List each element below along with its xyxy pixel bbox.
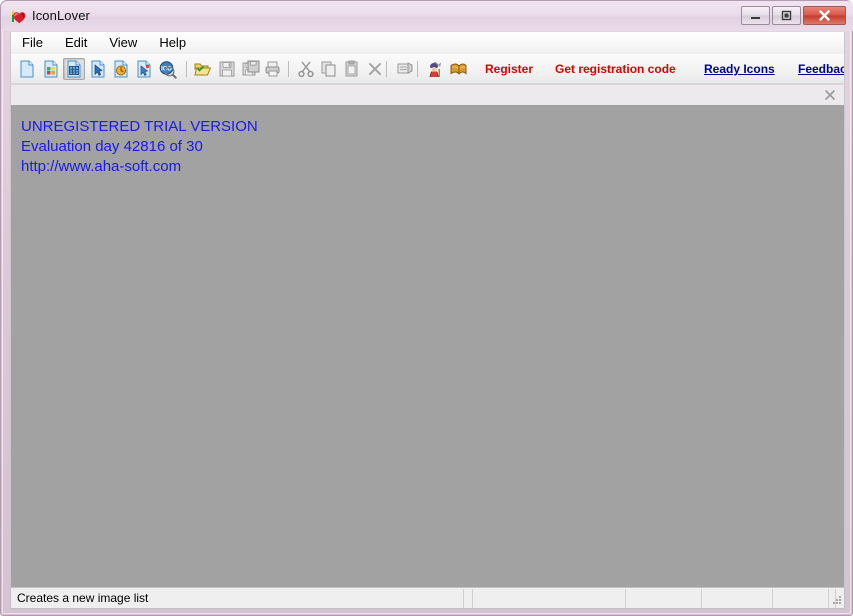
trial-notice: UNREGISTERED TRIAL VERSION Evaluation da… <box>21 117 258 177</box>
trial-line-evaluation: Evaluation day 42816 of 30 <box>21 138 203 155</box>
workspace-area[interactable]: UNREGISTERED TRIAL VERSION Evaluation da… <box>10 105 845 587</box>
toolbar-separator <box>386 61 387 77</box>
properties-button <box>394 58 416 80</box>
new-image-list-icon <box>67 60 81 78</box>
window-title: IconLover <box>32 8 90 23</box>
new-color-image-button[interactable] <box>40 58 62 80</box>
save-disk-icon <box>219 61 235 77</box>
new-image-button[interactable] <box>16 58 38 80</box>
save-all-icon <box>242 60 260 76</box>
trial-info-bar <box>10 85 845 105</box>
printer-icon <box>265 61 280 77</box>
toolbar-separator <box>186 61 187 77</box>
open-folder-icon <box>194 63 212 76</box>
new-image-list-button[interactable] <box>63 58 85 80</box>
copy-icon <box>321 61 336 77</box>
animated-cursor-icon <box>114 60 128 78</box>
status-pane-separator <box>772 589 773 608</box>
new-animated-cursor-button[interactable] <box>110 58 132 80</box>
close-icon[interactable] <box>823 88 837 102</box>
save-button <box>216 58 238 80</box>
wizard-button[interactable] <box>423 58 445 80</box>
delete-button <box>364 58 386 80</box>
scissors-icon <box>298 61 314 78</box>
ready-icons-link[interactable]: Ready Icons <box>704 62 775 76</box>
help-book-button[interactable] <box>447 58 469 80</box>
minimize-icon <box>751 17 760 19</box>
title-bar[interactable]: IconLover <box>1 1 853 31</box>
heart-icon <box>11 9 27 25</box>
menu-help[interactable]: Help <box>150 33 195 53</box>
ico-search-icon: ICO <box>159 60 177 79</box>
status-message: Creates a new image list <box>17 591 149 605</box>
close-icon <box>819 10 830 21</box>
cursor-document-icon <box>91 60 105 78</box>
minimize-button[interactable] <box>741 6 770 25</box>
new-icon-library-button[interactable] <box>133 58 155 80</box>
print-button <box>262 58 284 80</box>
book-icon <box>450 63 466 75</box>
register-link[interactable]: Register <box>485 62 533 76</box>
resize-grip-icon[interactable] <box>830 594 842 606</box>
maximize-button[interactable] <box>772 6 801 25</box>
menu-bar: File Edit View Help <box>10 32 845 54</box>
status-pane-separator <box>463 589 464 608</box>
cut-button <box>295 58 317 80</box>
delete-x-icon <box>369 63 381 75</box>
status-pane-separator <box>472 589 473 608</box>
paste-button <box>341 58 363 80</box>
new-document-icon <box>20 60 34 78</box>
open-button[interactable] <box>192 58 214 80</box>
toolbar-separator <box>288 61 289 77</box>
menu-view[interactable]: View <box>100 33 146 53</box>
get-registration-code-link[interactable]: Get registration code <box>555 62 676 76</box>
maximize-icon <box>781 10 792 21</box>
trial-line-version: UNREGISTERED TRIAL VERSION <box>21 118 258 135</box>
status-pane-separator <box>625 589 626 608</box>
save-all-button <box>240 58 262 80</box>
status-pane-separator <box>828 589 829 608</box>
copy-button <box>318 58 340 80</box>
status-bar: Creates a new image list <box>10 587 845 609</box>
feedback-link[interactable]: Feedbac <box>798 62 844 76</box>
trial-line-url[interactable]: http://www.aha-soft.com <box>21 157 258 177</box>
menu-file[interactable]: File <box>13 33 52 53</box>
new-color-document-icon <box>44 60 58 78</box>
application-window: IconLover File Edit View Help ICO Regist… <box>0 0 853 616</box>
new-cursor-button[interactable] <box>87 58 109 80</box>
icon-library-document-icon <box>137 60 151 78</box>
search-icons-button[interactable]: ICO <box>156 58 178 80</box>
status-pane-separator <box>701 589 702 608</box>
properties-icon <box>397 62 413 74</box>
toolbar: ICO Register Get registration code Ready… <box>10 54 845 84</box>
wizard-icon <box>429 61 441 77</box>
paste-icon <box>345 60 358 77</box>
toolbar-separator <box>417 61 418 77</box>
menu-edit[interactable]: Edit <box>56 33 96 53</box>
close-button[interactable] <box>803 6 846 25</box>
